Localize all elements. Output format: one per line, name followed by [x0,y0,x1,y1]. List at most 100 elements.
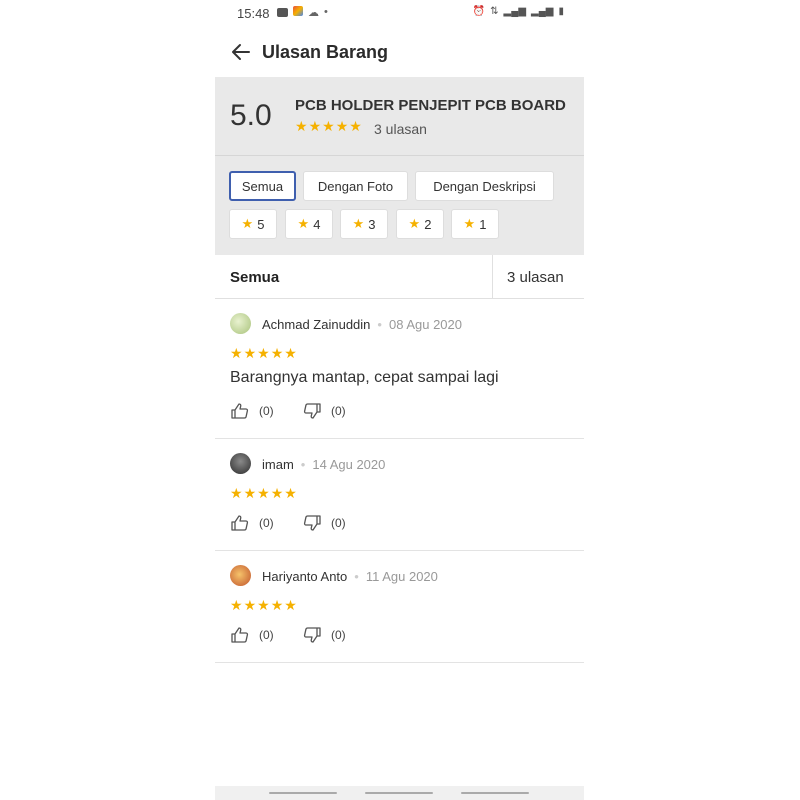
review-stars: ★ ★ ★ ★ ★ [230,598,297,612]
star-icon: ★ [257,597,270,613]
summary-stars: ★ ★ ★ ★ ★ [295,119,362,133]
filter-panel: Semua Dengan Foto Dengan Deskripsi ★ 5 ★ 4… [215,156,584,255]
tab-label: Semua [230,269,280,286]
like-button[interactable]: (0) [231,515,274,531]
thumbs-down-icon [303,403,321,419]
review-count: 3 ulasan [374,121,427,137]
rating-summary: 5.0 PCB HOLDER PENJEPIT PCB BOARD ★ ★ ★ … [215,77,584,156]
status-bar: 15:48 ☁ • ⏰ ⇅ ▂▄▆ ▂▄▆ ▮ [215,0,584,28]
rating-label: 4 [313,216,321,232]
review-item: Achmad Zainuddin • 08 Agu 2020 ★ ★ ★ ★ ★ Baran… [215,299,584,439]
avatar[interactable] [230,565,251,586]
star-icon: ★ [270,597,284,613]
battery-icon: ▮ [558,6,564,17]
rating-label: 1 [479,216,487,232]
separator-dot: • [300,457,306,472]
review-date: 14 Agu 2020 [312,457,386,472]
star-icon: ★ [308,118,322,134]
like-button[interactable]: (0) [231,627,274,643]
alarm-icon: ⏰ [472,6,486,17]
avatar[interactable] [230,453,251,474]
filter-chip-all[interactable]: Semua [229,171,296,201]
nav-home-handle[interactable] [365,792,433,794]
status-time: 15:48 [237,6,270,21]
cloud-icon: ☁ [308,7,319,19]
system-nav-bar [215,786,584,800]
wifi-icon: ⇅ [490,6,499,17]
review-date: 08 Agu 2020 [388,317,462,332]
filter-rating-2[interactable]: ★ 2 [396,209,444,239]
tab-count: 3 ulasan [507,269,564,286]
signal-icon: ▂▄▆ [503,6,527,17]
app-bar: Ulasan Barang [215,32,584,76]
star-icon: ★ [322,118,335,134]
star-icon: ★ [335,118,349,134]
reviewer-name[interactable]: Hariyanto Anto [262,569,347,584]
filter-chip-label: Dengan Deskripsi [433,178,536,194]
thumbs-down-icon [303,515,321,531]
review-stars: ★ ★ ★ ★ ★ [230,346,297,360]
separator-dot: • [354,569,359,584]
like-button[interactable]: (0) [231,403,274,419]
system-icons: ⏰ ⇅ ▂▄▆ ▂▄▆ ▮ [473,6,564,17]
dislike-button[interactable]: (0) [303,403,346,419]
review-text: Barangnya mantap, cepat sampai lagi [230,369,499,386]
star-icon: ★ [243,485,257,501]
notification-icons: ☁ • [277,6,328,19]
thumbs-down-icon [303,627,321,643]
star-icon: ★ [230,597,243,613]
star-icon: ★ [352,216,365,231]
reviewer-meta: imam • 14 Agu 2020 [262,457,385,472]
filter-rating-5[interactable]: ★ 5 [229,209,277,239]
star-icon: ★ [463,216,476,231]
review-item: Hariyanto Anto • 11 Agu 2020 ★ ★ ★ ★ ★ (0) (0) [215,551,584,663]
star-icon: ★ [270,345,284,361]
thumbs-up-icon [231,515,249,531]
rating-label: 3 [368,216,376,232]
star-icon: ★ [230,485,243,501]
reviewer-meta: Achmad Zainuddin • 08 Agu 2020 [262,317,462,332]
star-icon: ★ [230,345,243,361]
more-dot-icon: • [324,6,328,18]
filter-rating-3[interactable]: ★ 3 [340,209,388,239]
reviewer-meta: Hariyanto Anto • 11 Agu 2020 [262,569,438,584]
filter-chip-with-photo[interactable]: Dengan Foto [303,171,408,201]
avatar[interactable] [230,313,251,334]
product-name: PCB HOLDER PENJEPIT PCB BOARD [295,97,566,114]
dislike-button[interactable]: (0) [303,627,346,643]
star-icon: ★ [243,597,257,613]
like-count: (0) [259,404,274,418]
filter-chip-with-description[interactable]: Dengan Deskripsi [415,171,554,201]
star-icon: ★ [297,216,310,231]
reviewer-name[interactable]: Achmad Zainuddin [262,317,370,332]
star-icon: ★ [349,118,362,134]
reviewer-name[interactable]: imam [262,457,294,472]
star-icon: ★ [408,216,421,231]
star-icon: ★ [243,345,257,361]
app-icon [293,6,303,16]
star-icon: ★ [284,597,297,613]
star-icon: ★ [241,216,254,231]
filter-rating-1[interactable]: ★ 1 [451,209,499,239]
back-arrow-icon[interactable] [229,40,253,64]
star-icon: ★ [295,118,308,134]
like-count: (0) [259,516,274,530]
review-item: imam • 14 Agu 2020 ★ ★ ★ ★ ★ (0) (0) [215,439,584,551]
rating-label: 2 [424,216,432,232]
gallery-icon [277,8,288,17]
nav-back-handle[interactable] [461,792,529,794]
separator-dot: • [377,317,382,332]
star-icon: ★ [257,485,270,501]
phone-screen: 15:48 ☁ • ⏰ ⇅ ▂▄▆ ▂▄▆ ▮ Ulasan Barang 5.… [215,0,584,800]
nav-recents-handle[interactable] [269,792,337,794]
review-tab-row: Semua 3 ulasan [215,255,584,299]
divider [492,255,493,298]
filter-rating-4[interactable]: ★ 4 [285,209,333,239]
star-icon: ★ [270,485,284,501]
dislike-button[interactable]: (0) [303,515,346,531]
star-icon: ★ [257,345,270,361]
review-date: 11 Agu 2020 [365,569,438,584]
star-icon: ★ [284,485,297,501]
thumbs-up-icon [231,403,249,419]
dislike-count: (0) [331,516,346,530]
